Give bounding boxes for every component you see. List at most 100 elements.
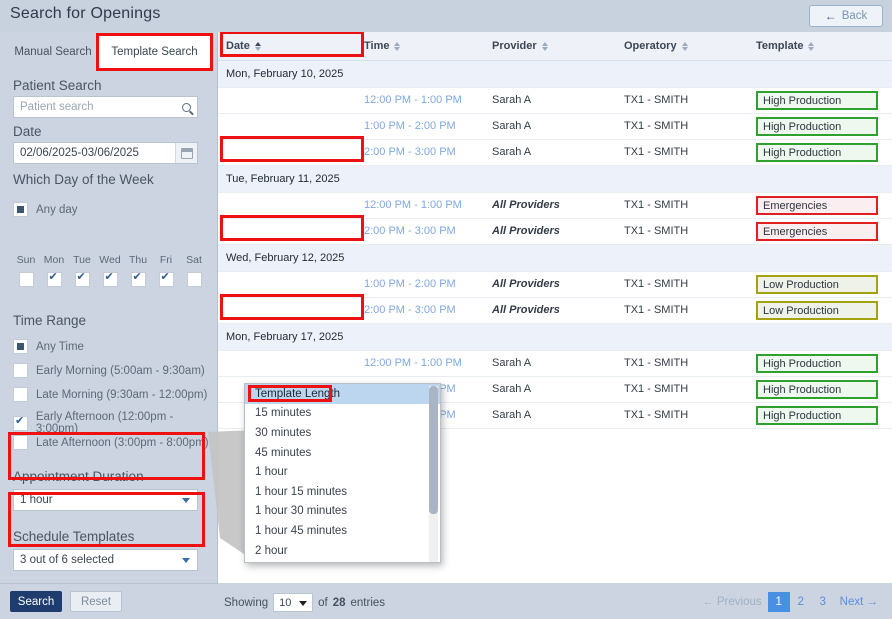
reset-button[interactable]: Reset [70,591,122,612]
search-icon[interactable] [175,97,197,117]
cell-time: 2:00 PM - 3:00 PM [364,304,456,316]
pagination-previous[interactable]: ← Previous [696,592,767,612]
dropdown-option[interactable]: 30 minutes [245,423,440,443]
table-row[interactable]: 1:00 PM - 2:00 PM All Providers TX1 - SMIT… [218,272,892,298]
cell-provider: All Providers [492,225,560,237]
day-thu[interactable]: Thu [125,254,151,287]
time-option-early-morning[interactable]: Early Morning (5:00am - 9:30am) [13,363,205,378]
search-sidebar: Manual Search Template Search Patient Se… [0,32,218,583]
dropdown-option[interactable]: 45 minutes [245,443,440,463]
time-option-any-time[interactable]: Any Time [13,339,84,354]
patient-search-field[interactable] [13,96,198,118]
day-tue[interactable]: Tue [69,254,95,287]
cell-provider: Sarah A [492,146,532,158]
early-morning-label: Early Morning (5:00am - 9:30am) [36,364,205,377]
cell-operatory: TX1 - SMITH [624,94,689,106]
search-button[interactable]: Search [10,591,62,612]
day-fri[interactable]: Fri [153,254,179,287]
any-time-checkbox[interactable] [13,339,28,354]
any-time-label: Any Time [36,340,84,353]
cell-operatory: TX1 - SMITH [624,383,689,395]
dropdown-option[interactable]: 2 hour [245,541,440,561]
late-morning-checkbox[interactable] [13,387,28,402]
dropdown-option[interactable]: 15 minutes [245,404,440,424]
table-row[interactable]: 2:00 PM - 3:00 PM All Providers TX1 - SMIT… [218,298,892,324]
time-option-late-afternoon[interactable]: Late Afternoon (3:00pm - 8:00pm) [13,435,209,450]
sort-icon[interactable] [254,41,261,51]
dropdown-option[interactable]: 1 hour 30 minutes [245,502,440,522]
dropdown-option[interactable]: 1 hour 45 minutes [245,521,440,541]
pagination: ← Previous 1 2 3 Next → [696,592,884,612]
late-afternoon-checkbox[interactable] [13,435,28,450]
patient-search-input[interactable] [14,97,175,117]
cell-operatory: TX1 - SMITH [624,120,689,132]
group-date-label: Mon, February 10, 2025 [226,68,344,80]
table-row[interactable]: 12:00 PM - 1:00 PM Sarah A TX1 - SMITH High… [218,88,892,114]
day-thu-checkbox[interactable] [130,270,146,287]
back-button[interactable]: ← Back [809,5,883,27]
table-group-row: Tue, February 11, 2025 [218,166,892,193]
day-sun-checkbox[interactable] [18,272,34,287]
chevron-down-icon [182,498,190,503]
table-row[interactable]: 2:00 PM - 3:00 PM All Providers TX1 - SMIT… [218,219,892,245]
schedule-templates-select[interactable]: 3 out of 6 selected [13,549,198,571]
entries-summary: Showing 10 of 28 entries [224,593,385,612]
cell-operatory: TX1 - SMITH [624,146,689,158]
early-morning-checkbox[interactable] [13,363,28,378]
any-day-option[interactable]: Any day [13,202,78,217]
time-option-early-afternoon[interactable]: Early Afternoon (12:00pm - 3:00pm) [13,411,217,435]
column-header-time[interactable]: Time [364,40,401,52]
table-row[interactable]: 2:00 PM - 3:00 PM Sarah A TX1 - SMITH High … [218,140,892,166]
pagination-page-2[interactable]: 2 [790,592,812,612]
column-header-operatory[interactable]: Operatory [624,40,688,52]
column-header-template[interactable]: Template [756,40,815,52]
table-row[interactable]: 12:00 PM - 1:00 PM All Providers TX1 - SMI… [218,193,892,219]
pagination-page-3[interactable]: 3 [812,592,834,612]
pagination-page-1[interactable]: 1 [767,592,790,612]
table-group-row: Mon, February 17, 2025 [218,324,892,351]
sort-icon[interactable] [808,41,815,51]
page-size-select[interactable]: 10 [273,593,314,612]
appointment-duration-value: 1 hour [20,494,53,506]
sort-icon[interactable] [541,41,548,51]
day-wed-checkbox[interactable] [102,270,118,287]
appointment-duration-group: Appointment Duration 1 hour [13,469,198,511]
early-afternoon-checkbox[interactable] [13,414,28,431]
late-afternoon-label: Late Afternoon (3:00pm - 8:00pm) [36,436,209,449]
day-tue-checkbox[interactable] [74,270,90,287]
time-option-late-morning[interactable]: Late Morning (9:30am - 12:00pm) [13,387,207,402]
entries-count: 28 [332,596,346,609]
day-sat[interactable]: Sat [181,254,207,287]
column-header-provider[interactable]: Provider [492,40,548,52]
day-sun[interactable]: Sun [13,254,39,287]
column-header-date[interactable]: Date [226,40,261,52]
table-row[interactable]: 12:00 PM - 1:00 PM Sarah A TX1 - SMITH High… [218,351,892,377]
day-wed[interactable]: Wed [97,254,123,287]
table-row[interactable]: 1:00 PM - 2:00 PM Sarah A TX1 - SMITH High … [218,114,892,140]
dropdown-option[interactable]: 1 hour [245,462,440,482]
date-range-field[interactable] [13,142,198,164]
template-badge: Low Production [756,301,878,320]
tab-manual-search[interactable]: Manual Search [8,36,98,68]
template-length-options: Template Length 15 minutes 30 minutes 45 mi… [245,384,440,560]
dropdown-option[interactable]: Template Length [245,384,440,404]
scrollbar-thumb[interactable] [429,386,438,514]
chevron-down-icon [299,600,308,606]
any-day-checkbox[interactable] [13,202,28,217]
template-length-dropdown[interactable]: Template Length 15 minutes 30 minutes 45 mi… [244,383,441,563]
cell-provider: Sarah A [492,120,532,132]
sort-icon[interactable] [681,41,688,51]
day-mon-checkbox[interactable] [46,270,62,287]
dropdown-scrollbar[interactable] [429,386,438,562]
pagination-next[interactable]: Next → [834,592,884,612]
day-mon[interactable]: Mon [41,254,67,287]
day-fri-checkbox[interactable] [158,270,174,287]
day-sat-checkbox[interactable] [186,272,202,287]
date-range-input[interactable] [14,143,175,163]
tab-template-search[interactable]: Template Search [98,36,211,68]
dropdown-option[interactable]: 1 hour 15 minutes [245,482,440,502]
appointment-duration-select[interactable]: 1 hour [13,489,198,511]
calendar-icon[interactable] [175,143,197,163]
sort-icon[interactable] [394,41,401,51]
cell-time: 1:00 PM - 2:00 PM [364,278,456,290]
